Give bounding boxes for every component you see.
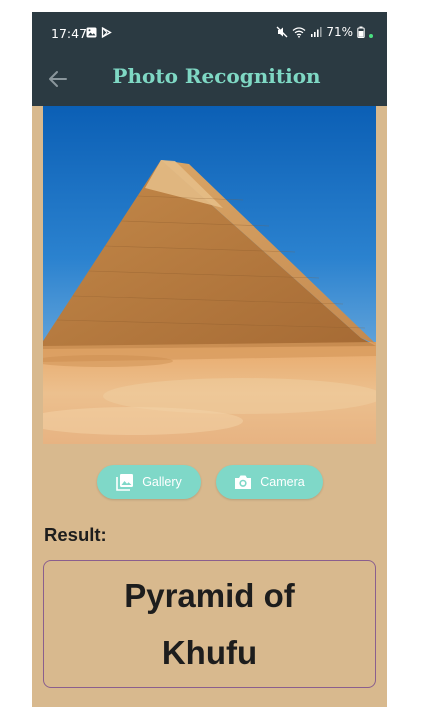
camera-button-label: Camera (260, 475, 305, 489)
gallery-button-label: Gallery (142, 475, 182, 489)
mute-icon (276, 26, 288, 38)
camera-icon (235, 475, 252, 489)
image-library-icon (116, 474, 134, 491)
status-bar: 17:47 71% (32, 12, 387, 52)
gallery-button[interactable]: Gallery (97, 465, 201, 499)
pyramid-image (43, 106, 376, 444)
result-value: Pyramid of Khufu (124, 577, 295, 671)
wifi-icon (292, 27, 306, 38)
battery-icon (357, 26, 365, 38)
status-right: 71% (276, 25, 373, 39)
status-left-icons (86, 27, 112, 38)
result-box: Pyramid of Khufu (43, 560, 376, 688)
battery-percent: 71% (326, 25, 353, 39)
status-time: 17:47 (51, 26, 88, 41)
app-title: Photo Recognition (112, 64, 321, 88)
camera-button[interactable]: Camera (216, 465, 323, 499)
status-dot (369, 34, 373, 38)
phone-screen: 17:47 71% Photo Recognition Gallery Came… (32, 12, 387, 707)
play-store-icon (101, 27, 112, 38)
gallery-notification-icon (86, 27, 97, 38)
app-bar: Photo Recognition (32, 52, 387, 106)
result-label: Result: (44, 524, 107, 545)
signal-icon (311, 27, 322, 37)
